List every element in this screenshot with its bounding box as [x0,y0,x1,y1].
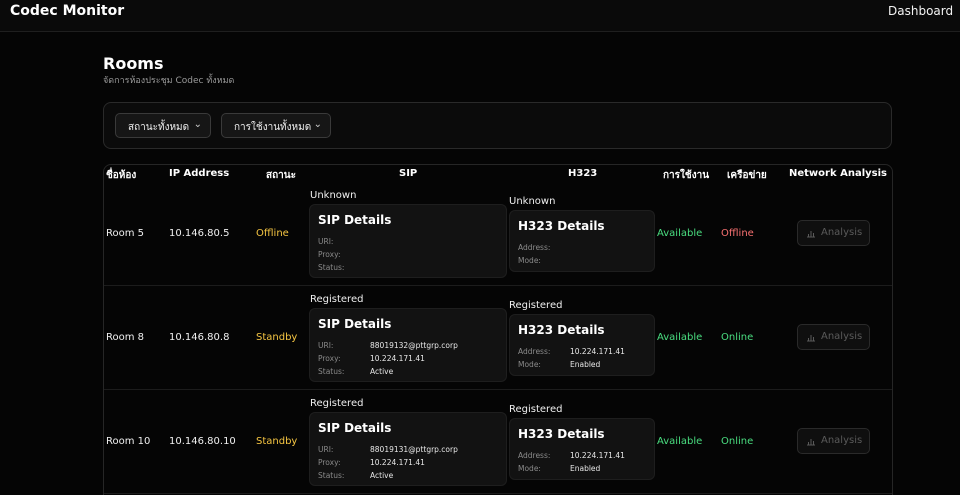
app-title[interactable]: Codec Monitor [10,3,124,19]
usage-status: Available [657,332,703,343]
page-title: Rooms [103,54,164,73]
usage-status: Available [657,436,703,447]
ip-address: 10.146.80.8 [169,332,230,343]
page-subtitle: จัดการห้องประชุม Codec ทั้งหมด [103,76,235,86]
sip-registration-state: Registered [310,398,364,409]
nav-item-dashboard[interactable]: Dashboard [888,4,953,18]
ip-address: 10.146.80.10 [169,436,236,447]
h323-address-value: 10.224.171.41 [570,451,625,460]
column-header-status: สถานะ [266,170,296,181]
h323-details-title: H323 Details [518,323,605,337]
table-row: Room 5 10.146.80.5 Offline Unknown SIP D… [104,182,892,286]
column-header-room: ชื่อห้อง [106,170,137,181]
sip-proxy-value: 10.224.171.41 [370,458,425,467]
column-header-network: เครือข่าย [727,170,767,181]
sip-uri-label: URI: [318,445,334,454]
bar-chart-icon [807,335,815,342]
sip-proxy-label: Proxy: [318,458,341,467]
h323-address-label: Address: [518,451,551,460]
sip-uri-value: 88019132@pttgrp.corp [370,341,458,350]
sip-details-title: SIP Details [318,213,392,227]
status-filter-select[interactable]: สถานะทั้งหมด ⌄ [115,113,211,138]
h323-mode-value: Enabled [570,464,601,473]
h323-registration-state: Unknown [509,196,556,207]
column-header-usage: การใช้งาน [663,170,710,181]
sip-uri-label: URI: [318,341,334,350]
sip-proxy-value: 10.224.171.41 [370,354,425,363]
nav-menu: DashboardRo [888,4,960,18]
bar-chart-icon [807,439,815,446]
sip-registration-state: Registered [310,294,364,305]
column-header-network-analysis: Network Analysis [789,168,887,179]
sip-details-title: SIP Details [318,421,392,435]
network-status: Online [721,436,754,447]
usage-filter-value: การใช้งานทั้งหมด [234,122,312,133]
h323-registration-state: Registered [509,404,563,415]
status-badge: Standby [256,436,298,447]
h323-address-value: 10.224.171.41 [570,347,625,356]
sip-uri-value: 88019131@pttgrp.corp [370,445,458,454]
sip-details-card: SIP Details URI: 88019132@pttgrp.corp Pr… [309,308,507,382]
sip-details-card: SIP Details URI: Proxy: Status: [309,204,507,278]
analysis-button-label: Analysis [821,435,863,446]
table-row: Room 8 10.146.80.8 Standby Registered SI… [104,286,892,390]
network-status: Online [721,332,754,343]
sip-proxy-label: Proxy: [318,354,341,363]
chevron-down-icon: ⌄ [313,119,322,130]
sip-proxy-label: Proxy: [318,250,341,259]
h323-details-card: H323 Details Address: 10.224.171.41 Mode… [509,314,655,376]
filter-bar: สถานะทั้งหมด ⌄ การใช้งานทั้งหมด ⌄ [103,102,892,149]
table-row: Room 10 10.146.80.10 Standby Registered … [104,390,892,494]
status-filter-value: สถานะทั้งหมด [128,122,190,133]
analysis-button-label: Analysis [821,227,863,238]
column-header-h323: H323 [568,168,598,179]
sip-details-title: SIP Details [318,317,392,331]
usage-filter-select[interactable]: การใช้งานทั้งหมด ⌄ [221,113,331,138]
network-status: Offline [721,228,754,239]
h323-details-title: H323 Details [518,219,605,233]
usage-status: Available [657,228,703,239]
sip-details-card: SIP Details URI: 88019131@pttgrp.corp Pr… [309,412,507,486]
h323-mode-label: Mode: [518,464,541,473]
h323-details-title: H323 Details [518,427,605,441]
sip-status-label: Status: [318,263,345,272]
sip-registration-state: Unknown [310,190,357,201]
status-badge: Offline [256,228,289,239]
rooms-table: ชื่อห้อง IP Address สถานะ SIP H323 การใช… [103,164,893,495]
room-name: Room 8 [106,332,145,343]
chevron-down-icon: ⌄ [193,119,202,130]
ip-address: 10.146.80.5 [169,228,230,239]
status-badge: Standby [256,332,298,343]
h323-mode-value: Enabled [570,360,601,369]
h323-details-card: H323 Details Address: 10.224.171.41 Mode… [509,418,655,480]
h323-mode-label: Mode: [518,256,541,265]
analysis-button[interactable]: Analysis [797,220,870,246]
h323-registration-state: Registered [509,300,563,311]
top-navbar: Codec Monitor DashboardRo [0,0,960,32]
h323-details-card: H323 Details Address: Mode: [509,210,655,272]
sip-status-label: Status: [318,471,345,480]
sip-status-label: Status: [318,367,345,376]
room-name: Room 5 [106,228,145,239]
h323-mode-label: Mode: [518,360,541,369]
sip-status-value: Active [370,367,394,376]
sip-status-value: Active [370,471,394,480]
bar-chart-icon [807,231,815,238]
analysis-button[interactable]: Analysis [797,428,870,454]
analysis-button-label: Analysis [821,331,863,342]
column-header-ip: IP Address [169,168,230,179]
column-header-sip: SIP [399,168,418,179]
analysis-button[interactable]: Analysis [797,324,870,350]
room-name: Room 10 [106,436,151,447]
sip-uri-label: URI: [318,237,334,246]
h323-address-label: Address: [518,243,551,252]
h323-address-label: Address: [518,347,551,356]
